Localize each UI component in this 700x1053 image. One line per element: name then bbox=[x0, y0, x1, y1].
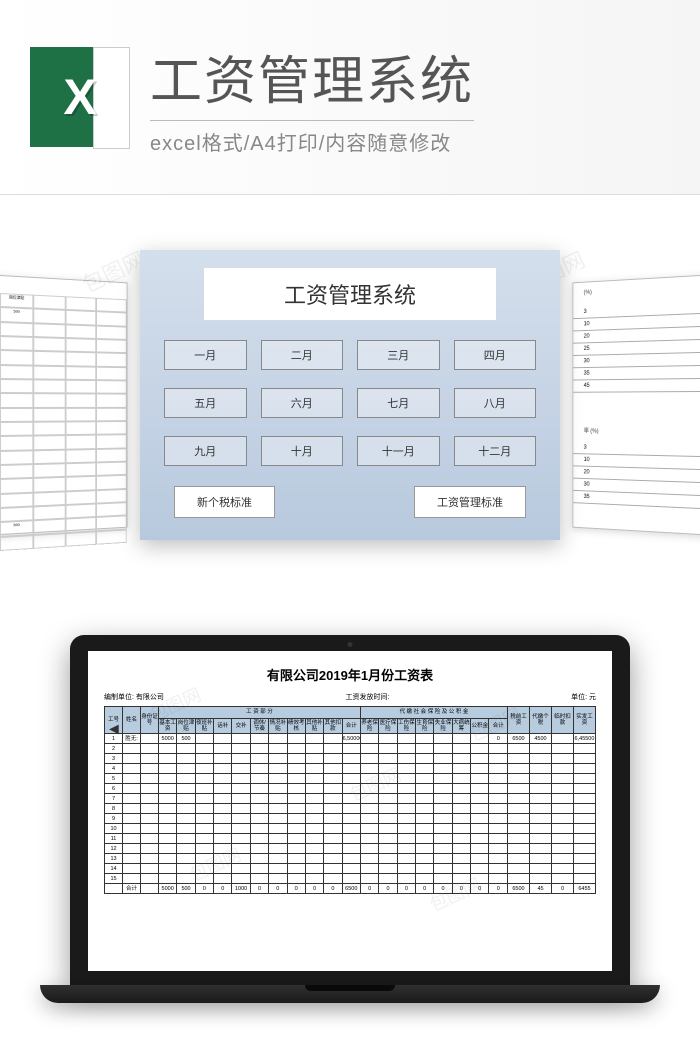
bg-right-rates2: 301015002010,5003040,5003565,500 bbox=[573, 442, 700, 516]
main-panel: 工资管理系统 一月二月三月四月五月六月七月八月九月十月十一月十二月 新个税标准 … bbox=[140, 250, 560, 540]
month-button-4[interactable]: 四月 bbox=[454, 340, 537, 370]
table-row: 11 bbox=[105, 834, 596, 844]
month-button-6[interactable]: 六月 bbox=[261, 388, 344, 418]
sheet-meta-left: 编制单位: 有限公司 bbox=[104, 692, 164, 702]
month-button-5[interactable]: 五月 bbox=[164, 388, 247, 418]
bg-left-grid: 工号姓名身份证号基本工资岗位津贴1胜无:50005002345678910111… bbox=[0, 286, 127, 560]
background-sheet-left: 编制单位: 有限公司 工号姓名身份证号基本工资岗位津贴1胜无:500050023… bbox=[0, 267, 128, 544]
bg-right-rate-hdr: 率 (%) bbox=[580, 422, 602, 438]
table-row: 5 bbox=[105, 774, 596, 784]
laptop-base bbox=[40, 985, 660, 1003]
table-row: 9 bbox=[105, 814, 596, 824]
panel-title: 工资管理系统 bbox=[204, 268, 496, 320]
laptop: ◄ 有限公司2019年1月份工资表 编制单位: 有限公司 工资发放时间: 单位:… bbox=[70, 635, 630, 1003]
camera-icon bbox=[348, 642, 353, 647]
sheet-title: 有限公司2019年1月份工资表 bbox=[104, 665, 596, 684]
table-row: 8 bbox=[105, 804, 596, 814]
table-row: 12 bbox=[105, 844, 596, 854]
sheet-meta-right: 单位: 元 bbox=[571, 692, 596, 702]
month-button-10[interactable]: 十月 bbox=[261, 436, 344, 466]
background-sheet-right: (%) 速算扣除数 301021020141025266030441035716… bbox=[572, 267, 700, 544]
month-button-7[interactable]: 七月 bbox=[357, 388, 440, 418]
excel-logo-icon: X bbox=[30, 47, 130, 147]
table-row: 7 bbox=[105, 794, 596, 804]
table-row: 10 bbox=[105, 824, 596, 834]
table-row: 2 bbox=[105, 744, 596, 754]
tax-standard-button[interactable]: 新个税标准 bbox=[174, 486, 275, 518]
spreadsheet: ◄ 有限公司2019年1月份工资表 编制单位: 有限公司 工资发放时间: 单位:… bbox=[88, 651, 612, 908]
laptop-notch bbox=[305, 985, 395, 991]
laptop-screen: ◄ 有限公司2019年1月份工资表 编制单位: 有限公司 工资发放时间: 单位:… bbox=[88, 651, 612, 971]
table-row: 4 bbox=[105, 764, 596, 774]
preview-area: 编制单位: 有限公司 工号姓名身份证号基本工资岗位津贴1胜无:500050023… bbox=[0, 195, 700, 595]
bg-right-rates: 30102102014102526603044103571604515160 bbox=[573, 294, 700, 392]
month-button-9[interactable]: 九月 bbox=[164, 436, 247, 466]
table-row: 14 bbox=[105, 864, 596, 874]
month-button-12[interactable]: 十二月 bbox=[454, 436, 537, 466]
table-row: 13 bbox=[105, 854, 596, 864]
laptop-mockup-area: ◄ 有限公司2019年1月份工资表 编制单位: 有限公司 工资发放时间: 单位:… bbox=[0, 595, 700, 1053]
month-button-8[interactable]: 八月 bbox=[454, 388, 537, 418]
wage-standard-button[interactable]: 工资管理标准 bbox=[414, 486, 526, 518]
month-button-3[interactable]: 三月 bbox=[357, 340, 440, 370]
header-banner: X 工资管理系统 excel格式/A4打印/内容随意修改 bbox=[0, 0, 700, 195]
month-button-1[interactable]: 一月 bbox=[164, 340, 247, 370]
table-row: 3 bbox=[105, 754, 596, 764]
header-text: 工资管理系统 excel格式/A4打印/内容随意修改 bbox=[150, 39, 474, 156]
panel-bottom-buttons: 新个税标准 工资管理标准 bbox=[164, 486, 536, 518]
sheet-meta: 编制单位: 有限公司 工资发放时间: 单位: 元 bbox=[104, 692, 596, 702]
month-grid: 一月二月三月四月五月六月七月八月九月十月十一月十二月 bbox=[164, 340, 536, 466]
excel-logo-letter: X bbox=[63, 68, 96, 126]
month-button-2[interactable]: 二月 bbox=[261, 340, 344, 370]
table-row: 15 bbox=[105, 874, 596, 884]
page-title: 工资管理系统 bbox=[150, 39, 474, 121]
sheet-meta-mid: 工资发放时间: bbox=[346, 692, 390, 702]
laptop-screen-frame: ◄ 有限公司2019年1月份工资表 编制单位: 有限公司 工资发放时间: 单位:… bbox=[70, 635, 630, 985]
bg-right-pct: (%) bbox=[580, 286, 595, 303]
page-subtitle: excel格式/A4打印/内容随意修改 bbox=[150, 127, 474, 156]
table-row: 6 bbox=[105, 784, 596, 794]
bg-right-subheader: 元的部分 bbox=[573, 402, 700, 420]
salary-table: 工号姓名身份证号工 资 部 分代 缴 社 会 保 险 及 公 积 金税前工资代缴… bbox=[104, 706, 596, 894]
table-row-total: 合计50005000010000000065000000000065004506… bbox=[105, 884, 596, 894]
table-row: 1胜无:50005006,500000650045006,45500 bbox=[105, 734, 596, 744]
month-button-11[interactable]: 十一月 bbox=[357, 436, 440, 466]
back-arrow-icon[interactable]: ◄ bbox=[106, 721, 122, 739]
